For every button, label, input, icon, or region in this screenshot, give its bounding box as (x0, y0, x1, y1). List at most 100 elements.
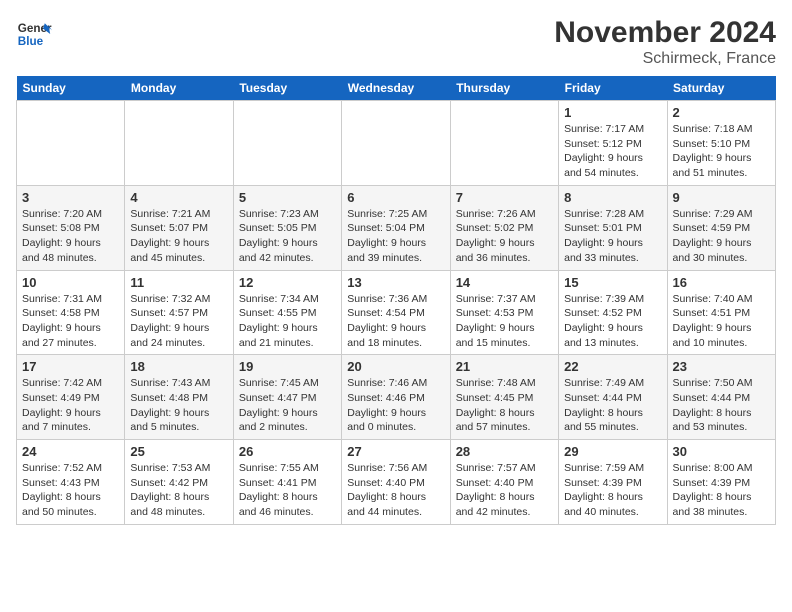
col-thursday: Thursday (450, 76, 558, 101)
col-sunday: Sunday (17, 76, 125, 101)
table-cell: 24Sunrise: 7:52 AM Sunset: 4:43 PM Dayli… (17, 440, 125, 525)
day-info: Sunrise: 7:31 AM Sunset: 4:58 PM Dayligh… (22, 292, 119, 351)
table-cell: 8 Sunrise: 7:28 AM Sunset: 5:01 PM Daylig… (559, 185, 667, 270)
table-cell: 27Sunrise: 7:56 AM Sunset: 4:40 PM Dayli… (342, 440, 450, 525)
day-number: 9 (673, 190, 770, 205)
day-number: 1 (564, 105, 661, 120)
day-number: 17 (22, 359, 119, 374)
day-number: 21 (456, 359, 553, 374)
day-number: 29 (564, 444, 661, 459)
day-info: Sunrise: 7:50 AM Sunset: 4:44 PM Dayligh… (673, 376, 770, 435)
col-wednesday: Wednesday (342, 76, 450, 101)
day-number: 2 (673, 105, 770, 120)
week-row-3: 10Sunrise: 7:31 AM Sunset: 4:58 PM Dayli… (17, 270, 776, 355)
day-number: 12 (239, 275, 336, 290)
col-saturday: Saturday (667, 76, 775, 101)
day-number: 4 (130, 190, 227, 205)
day-info: Sunrise: 7:36 AM Sunset: 4:54 PM Dayligh… (347, 292, 444, 351)
table-cell: 16 Sunrise: 7:40 AM Sunset: 4:51 PM Dayli… (667, 270, 775, 355)
table-cell: 7Sunrise: 7:26 AM Sunset: 5:02 PM Daylig… (450, 185, 558, 270)
col-monday: Monday (125, 76, 233, 101)
day-number: 3 (22, 190, 119, 205)
day-info: Sunrise: 7:21 AM Sunset: 5:07 PM Dayligh… (130, 207, 227, 266)
table-cell: 9 Sunrise: 7:29 AM Sunset: 4:59 PM Daylig… (667, 185, 775, 270)
day-number: 19 (239, 359, 336, 374)
table-cell: 28 Sunrise: 7:57 AM Sunset: 4:40 PM Dayli… (450, 440, 558, 525)
location-title: Schirmeck, France (554, 50, 776, 68)
day-info: Sunrise: 7:29 AM Sunset: 4:59 PM Dayligh… (673, 207, 770, 266)
table-cell: 6Sunrise: 7:25 AM Sunset: 5:04 PM Daylig… (342, 185, 450, 270)
day-info: Sunrise: 7:43 AM Sunset: 4:48 PM Dayligh… (130, 376, 227, 435)
week-row-4: 17Sunrise: 7:42 AM Sunset: 4:49 PM Dayli… (17, 355, 776, 440)
day-info: Sunrise: 7:28 AM Sunset: 5:01 PM Dayligh… (564, 207, 661, 266)
header-row: Sunday Monday Tuesday Wednesday Thursday… (17, 76, 776, 101)
day-info: Sunrise: 7:32 AM Sunset: 4:57 PM Dayligh… (130, 292, 227, 351)
logo: General Blue (16, 16, 52, 52)
day-number: 23 (673, 359, 770, 374)
day-number: 15 (564, 275, 661, 290)
day-number: 28 (456, 444, 553, 459)
table-cell: 17Sunrise: 7:42 AM Sunset: 4:49 PM Dayli… (17, 355, 125, 440)
table-cell: 30 Sunrise: 8:00 AM Sunset: 4:39 PM Dayli… (667, 440, 775, 525)
svg-text:Blue: Blue (18, 35, 44, 48)
header: General Blue November 2024 Schirmeck, Fr… (16, 16, 776, 68)
calendar-table: Sunday Monday Tuesday Wednesday Thursday… (16, 76, 776, 525)
day-info: Sunrise: 7:23 AM Sunset: 5:05 PM Dayligh… (239, 207, 336, 266)
day-info: Sunrise: 7:52 AM Sunset: 4:43 PM Dayligh… (22, 461, 119, 520)
day-info: Sunrise: 7:40 AM Sunset: 4:51 PM Dayligh… (673, 292, 770, 351)
logo-icon: General Blue (16, 16, 52, 52)
table-cell: 22 Sunrise: 7:49 AM Sunset: 4:44 PM Dayli… (559, 355, 667, 440)
day-number: 7 (456, 190, 553, 205)
day-info: Sunrise: 7:49 AM Sunset: 4:44 PM Dayligh… (564, 376, 661, 435)
table-cell: 1 Sunrise: 7:17 AM Sunset: 5:12 PM Daylig… (559, 101, 667, 186)
table-cell: 19 Sunrise: 7:45 AM Sunset: 4:47 PM Dayli… (233, 355, 341, 440)
table-cell (125, 101, 233, 186)
col-friday: Friday (559, 76, 667, 101)
day-number: 22 (564, 359, 661, 374)
table-cell: 13 Sunrise: 7:36 AM Sunset: 4:54 PM Dayli… (342, 270, 450, 355)
day-info: Sunrise: 7:17 AM Sunset: 5:12 PM Dayligh… (564, 122, 661, 181)
day-number: 25 (130, 444, 227, 459)
table-cell: 20 Sunrise: 7:46 AM Sunset: 4:46 PM Dayli… (342, 355, 450, 440)
col-tuesday: Tuesday (233, 76, 341, 101)
day-number: 18 (130, 359, 227, 374)
table-cell: 18 Sunrise: 7:43 AM Sunset: 4:48 PM Dayli… (125, 355, 233, 440)
week-row-1: 1 Sunrise: 7:17 AM Sunset: 5:12 PM Daylig… (17, 101, 776, 186)
day-info: Sunrise: 7:57 AM Sunset: 4:40 PM Dayligh… (456, 461, 553, 520)
day-number: 20 (347, 359, 444, 374)
day-info: Sunrise: 7:39 AM Sunset: 4:52 PM Dayligh… (564, 292, 661, 351)
table-cell: 2Sunrise: 7:18 AM Sunset: 5:10 PM Daylig… (667, 101, 775, 186)
day-info: Sunrise: 7:59 AM Sunset: 4:39 PM Dayligh… (564, 461, 661, 520)
day-info: Sunrise: 7:48 AM Sunset: 4:45 PM Dayligh… (456, 376, 553, 435)
page: General Blue November 2024 Schirmeck, Fr… (0, 0, 792, 612)
day-info: Sunrise: 8:00 AM Sunset: 4:39 PM Dayligh… (673, 461, 770, 520)
day-info: Sunrise: 7:55 AM Sunset: 4:41 PM Dayligh… (239, 461, 336, 520)
day-info: Sunrise: 7:46 AM Sunset: 4:46 PM Dayligh… (347, 376, 444, 435)
day-number: 11 (130, 275, 227, 290)
table-cell: 4 Sunrise: 7:21 AM Sunset: 5:07 PM Daylig… (125, 185, 233, 270)
table-cell (450, 101, 558, 186)
day-number: 30 (673, 444, 770, 459)
day-number: 16 (673, 275, 770, 290)
table-cell: 25Sunrise: 7:53 AM Sunset: 4:42 PM Dayli… (125, 440, 233, 525)
table-cell (17, 101, 125, 186)
day-info: Sunrise: 7:56 AM Sunset: 4:40 PM Dayligh… (347, 461, 444, 520)
day-info: Sunrise: 7:45 AM Sunset: 4:47 PM Dayligh… (239, 376, 336, 435)
table-cell: 14Sunrise: 7:37 AM Sunset: 4:53 PM Dayli… (450, 270, 558, 355)
day-number: 6 (347, 190, 444, 205)
title-block: November 2024 Schirmeck, France (554, 16, 776, 68)
table-cell: 3Sunrise: 7:20 AM Sunset: 5:08 PM Daylig… (17, 185, 125, 270)
day-number: 13 (347, 275, 444, 290)
table-cell: 15 Sunrise: 7:39 AM Sunset: 4:52 PM Dayli… (559, 270, 667, 355)
day-info: Sunrise: 7:34 AM Sunset: 4:55 PM Dayligh… (239, 292, 336, 351)
table-cell: 21 Sunrise: 7:48 AM Sunset: 4:45 PM Dayli… (450, 355, 558, 440)
table-cell: 5Sunrise: 7:23 AM Sunset: 5:05 PM Daylig… (233, 185, 341, 270)
table-cell: 12 Sunrise: 7:34 AM Sunset: 4:55 PM Dayli… (233, 270, 341, 355)
month-title: November 2024 (554, 16, 776, 50)
table-cell (233, 101, 341, 186)
table-cell: 29 Sunrise: 7:59 AM Sunset: 4:39 PM Dayli… (559, 440, 667, 525)
week-row-2: 3Sunrise: 7:20 AM Sunset: 5:08 PM Daylig… (17, 185, 776, 270)
day-number: 8 (564, 190, 661, 205)
week-row-5: 24Sunrise: 7:52 AM Sunset: 4:43 PM Dayli… (17, 440, 776, 525)
table-cell (342, 101, 450, 186)
